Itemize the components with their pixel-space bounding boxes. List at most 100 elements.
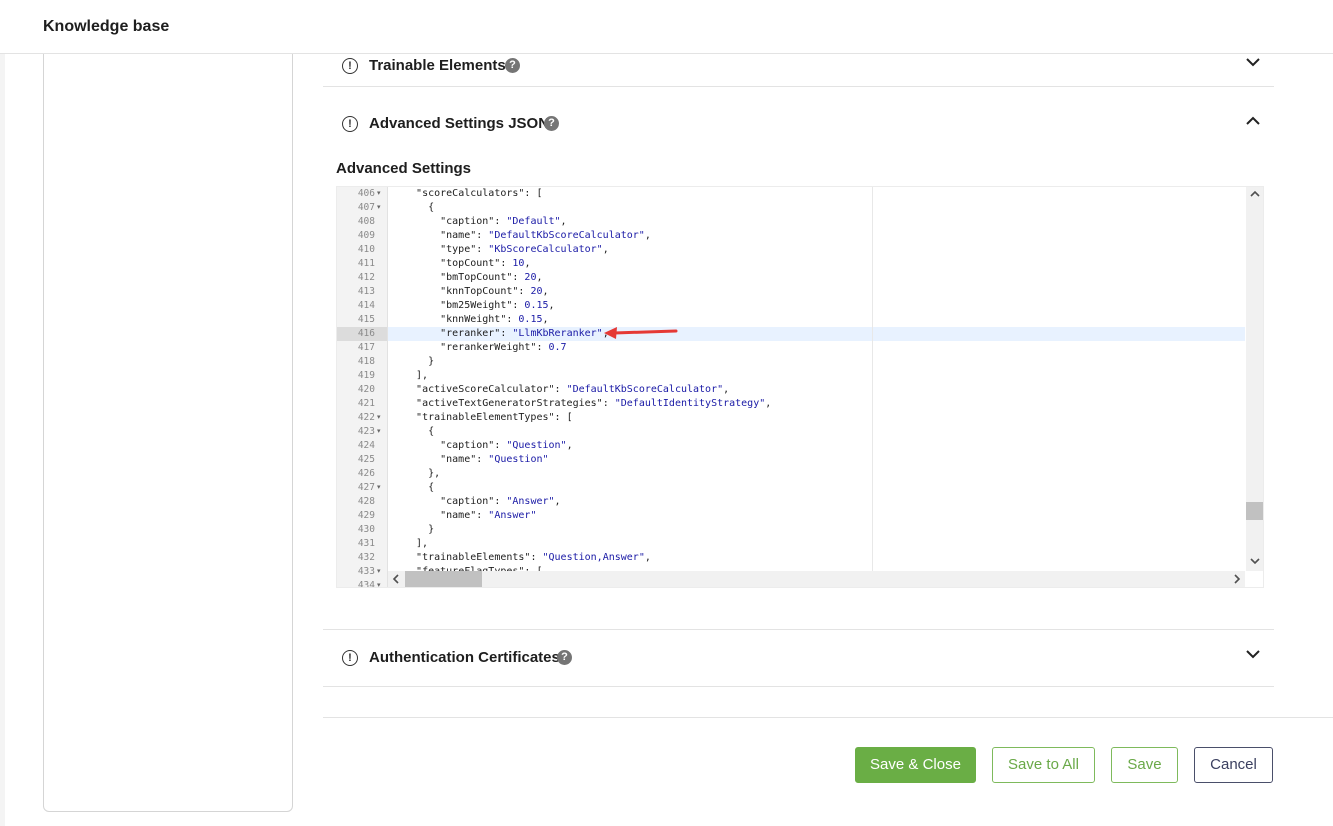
line-number: 407	[357, 202, 375, 213]
code-line[interactable]: ],	[404, 369, 428, 383]
fold-toggle-icon[interactable]: ▾	[377, 565, 381, 579]
line-number: 420	[357, 384, 375, 395]
info-circle-icon: !	[342, 116, 358, 132]
vertical-scroll-thumb[interactable]	[1246, 502, 1263, 520]
line-number: 421	[357, 398, 375, 409]
code-line[interactable]: },	[404, 467, 440, 481]
advanced-settings-title: Advanced Settings	[336, 160, 472, 177]
line-number: 411	[357, 258, 375, 269]
fold-toggle-icon[interactable]: ▾	[377, 201, 381, 215]
chevron-up-icon[interactable]	[1246, 112, 1260, 130]
code-line[interactable]: "name": "DefaultKbScoreCalculator",	[404, 229, 651, 243]
code-line[interactable]: "caption": "Default",	[404, 215, 566, 229]
line-number: 410	[357, 244, 375, 255]
section-advanced-settings-json[interactable]: ! Advanced Settings JSON ?	[323, 96, 1274, 153]
code-line[interactable]: {	[404, 201, 434, 215]
line-number: 419	[357, 370, 375, 381]
line-number: 422	[357, 412, 375, 423]
line-number: 428	[357, 496, 375, 507]
red-arrow-icon	[604, 327, 678, 339]
code-line[interactable]: "caption": "Answer",	[404, 495, 560, 509]
line-number: 409	[357, 230, 375, 241]
page-header: Knowledge base	[0, 0, 1333, 54]
line-number: 433	[357, 566, 375, 577]
code-line[interactable]: "trainableElements": "Question,Answer",	[404, 551, 651, 565]
line-number: 418	[357, 356, 375, 367]
horizontal-scroll-thumb[interactable]	[405, 571, 482, 587]
section-divider	[323, 86, 1274, 87]
question-mark-icon[interactable]: ?	[544, 116, 559, 131]
line-number: 412	[357, 272, 375, 283]
line-number: 424	[357, 440, 375, 451]
line-number: 414	[357, 300, 375, 311]
info-circle-icon: !	[342, 58, 358, 74]
code-line[interactable]: "bmTopCount": 20,	[404, 271, 542, 285]
line-number: 430	[357, 524, 375, 535]
save-button[interactable]: Save	[1111, 747, 1178, 783]
fold-toggle-icon[interactable]: ▾	[377, 579, 381, 587]
footer-divider	[323, 717, 1333, 718]
line-number: 427	[357, 482, 375, 493]
section-label: Advanced Settings JSON	[369, 115, 550, 132]
code-line[interactable]: "activeTextGeneratorStrategies": "Defaul…	[404, 397, 771, 411]
line-number: 423	[357, 426, 375, 437]
json-code-editor[interactable]: 406 ▾ 407 ▾ 408 409 410 411 412 413 414 415 416 417 41…	[336, 186, 1264, 588]
code-line[interactable]: "topCount": 10,	[404, 257, 530, 271]
code-line[interactable]: }	[404, 355, 434, 369]
chevron-down-icon[interactable]	[1246, 646, 1260, 664]
scroll-down-icon[interactable]	[1250, 557, 1260, 568]
line-number: 425	[357, 454, 375, 465]
code-line[interactable]: "scoreCalculators": [	[404, 187, 542, 201]
fold-toggle-icon[interactable]: ▾	[377, 481, 381, 495]
line-number: 417	[357, 342, 375, 353]
code-line[interactable]: "caption": "Question",	[404, 439, 572, 453]
code-line[interactable]: "knnTopCount": 20,	[404, 285, 548, 299]
cancel-button[interactable]: Cancel	[1194, 747, 1273, 783]
fold-toggle-icon[interactable]: ▾	[377, 187, 381, 201]
horizontal-scrollbar[interactable]	[388, 571, 1245, 587]
code-line[interactable]: "bm25Weight": 0.15,	[404, 299, 554, 313]
scroll-right-icon[interactable]	[1234, 574, 1241, 587]
save-to-all-button[interactable]: Save to All	[992, 747, 1095, 783]
scroll-left-icon[interactable]	[392, 574, 399, 587]
chevron-down-icon[interactable]	[1246, 54, 1260, 72]
section-authentication-certificates[interactable]: ! Authentication Certificates ?	[323, 630, 1274, 687]
line-number: 416	[357, 328, 375, 339]
code-line[interactable]: "rerankerWeight": 0.7	[404, 341, 566, 355]
line-number: 429	[357, 510, 375, 521]
page-title: Knowledge base	[43, 18, 170, 35]
code-line[interactable]: "name": "Question"	[404, 453, 548, 467]
code-line[interactable]: "type": "KbScoreCalculator",	[404, 243, 609, 257]
left-edge-strip	[0, 0, 5, 826]
line-number: 432	[357, 552, 375, 563]
code-line[interactable]: "name": "Answer"	[404, 509, 536, 523]
print-margin	[872, 187, 873, 587]
line-number: 434	[357, 580, 375, 588]
section-label: Trainable Elements	[369, 57, 506, 74]
section-label: Authentication Certificates	[369, 649, 560, 666]
editor-code-area[interactable]: "scoreCalculators": [ { "caption": "Defa…	[388, 187, 1245, 571]
code-line[interactable]: "activeScoreCalculator": "DefaultKbScore…	[404, 383, 729, 397]
fold-toggle-icon[interactable]: ▾	[377, 411, 381, 425]
code-line[interactable]: "reranker": "LlmKbReranker",	[404, 327, 609, 341]
code-line[interactable]: ],	[404, 537, 428, 551]
save-and-close-button[interactable]: Save & Close	[855, 747, 976, 783]
code-line[interactable]: {	[404, 425, 434, 439]
editor-gutter: 406 ▾ 407 ▾ 408 409 410 411 412 413 414 415 416 417 41…	[337, 187, 388, 587]
question-mark-icon[interactable]: ?	[557, 650, 572, 665]
line-number: 408	[357, 216, 375, 227]
info-circle-icon: !	[342, 650, 358, 666]
line-number: 406	[357, 188, 375, 199]
code-line[interactable]: "trainableElementTypes": [	[404, 411, 573, 425]
question-mark-icon[interactable]: ?	[505, 58, 520, 73]
line-number: 413	[357, 286, 375, 297]
code-line[interactable]: }	[404, 523, 434, 537]
scroll-up-icon[interactable]	[1250, 189, 1260, 200]
line-number: 415	[357, 314, 375, 325]
code-line[interactable]: {	[404, 481, 434, 495]
section-divider	[323, 686, 1274, 687]
code-line[interactable]: "knnWeight": 0.15,	[404, 313, 548, 327]
fold-toggle-icon[interactable]: ▾	[377, 425, 381, 439]
vertical-scrollbar[interactable]	[1246, 187, 1263, 571]
left-panel	[43, 40, 293, 812]
